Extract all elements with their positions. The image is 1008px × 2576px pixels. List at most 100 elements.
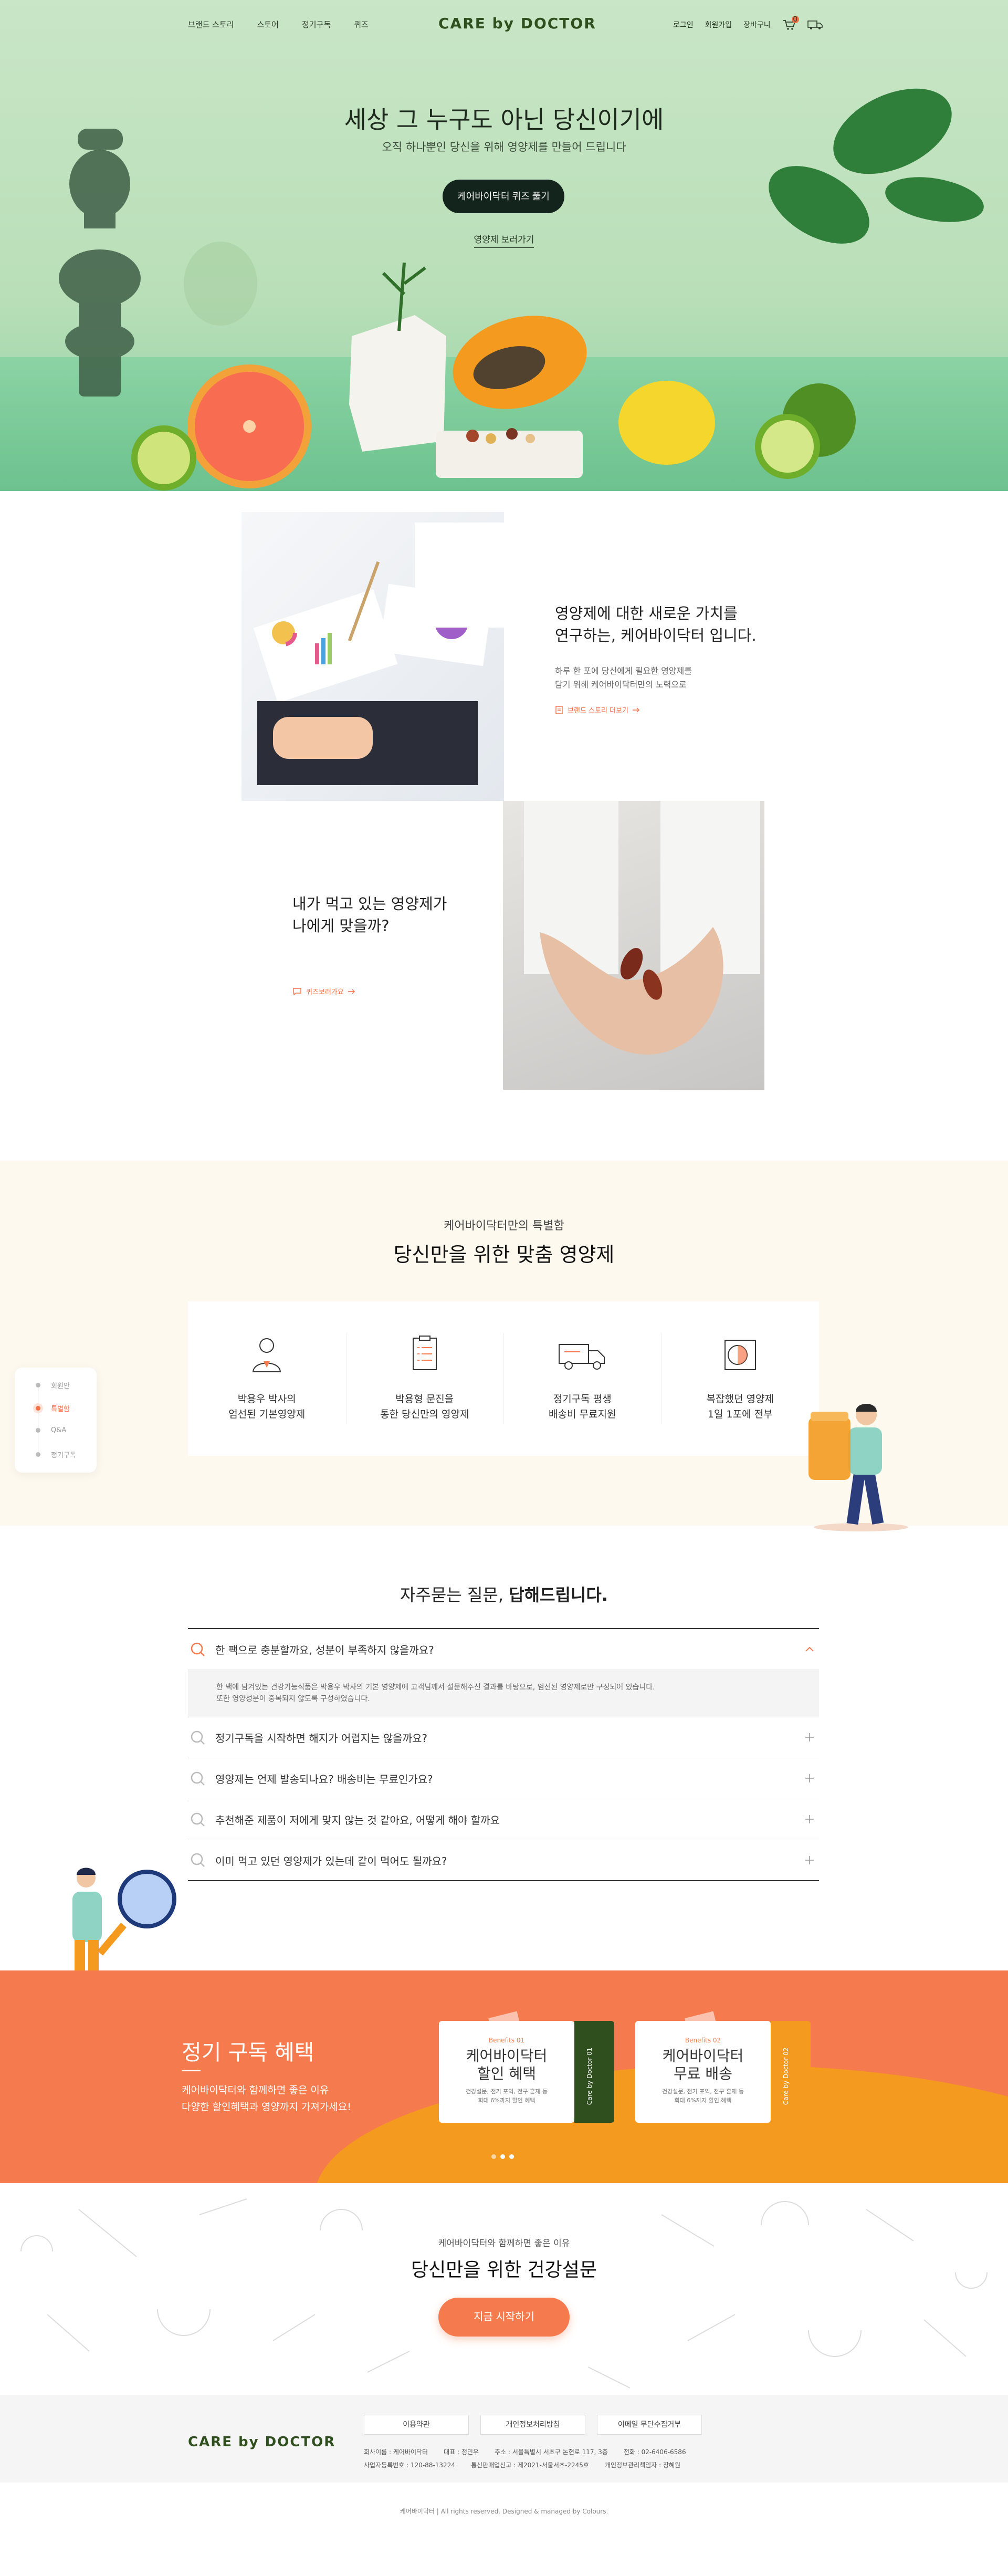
feature-line-2: 1일 1포에 전부 (707, 1409, 773, 1421)
company-info: 회사이름 : 케어바이닥터 대표 : 정민우 주소 : 서울특별시 서초구 논현… (364, 2446, 686, 2472)
sidenav-item[interactable]: 회원안 (36, 1380, 70, 1390)
chat-bubble-icon (293, 987, 301, 995)
coupon-desc-2: 회대 6%까지 할인 혜택 (674, 2097, 732, 2104)
faq-question[interactable]: 이미 먹고 있던 영양제가 있는데 같이 먹어도 될까요? (188, 1840, 819, 1881)
coupon-title-2: 무료 배송 (674, 2064, 732, 2082)
plus-icon[interactable] (803, 1731, 816, 1744)
arrow-right-icon (632, 707, 639, 713)
q-icon (191, 1642, 205, 1656)
sidenav-item-active[interactable]: 특별함 (36, 1403, 70, 1413)
quiz-intro-title-1: 내가 먹고 있는 영양제가 (292, 895, 447, 913)
feature-line-1: 복잡했던 영양제 (706, 1393, 774, 1405)
coupon-title-2: 할인 혜택 (477, 2064, 536, 2082)
subscription-section: 정기 구독 혜택 케어바이닥터와 함께하면 좋은 이유 다양한 할인혜택과 영양까… (0, 1970, 1008, 2183)
pill-pack-icon (724, 1340, 756, 1370)
info-mail-order-number: 통신판매업신고 : 제2021-서울서초-2245호 (470, 2462, 589, 2469)
nav-signup[interactable]: 회원가입 (705, 19, 732, 30)
feature-line-2: 통한 당신만의 영양제 (380, 1409, 469, 1421)
benefit-coupon-card[interactable]: Benefits 01 케어바이닥터 할인 혜택 건강설문, 전기 포익, 전구 … (439, 2011, 614, 2123)
terms-link[interactable]: 이용약관 (364, 2415, 469, 2435)
subscription-desc-2: 다양한 할인혜택과 영양까지 가져가세요! (182, 2101, 351, 2113)
faq-list: 한 팩으로 충분할까요, 성분이 부족하지 않을까요? 한 팩에 담겨있는 건강… (188, 1628, 819, 1881)
feature-line-1: 정기구독 평생 (553, 1393, 612, 1405)
research-chart-image (242, 512, 504, 801)
cart-icon[interactable]: 0 (782, 16, 799, 30)
delivery-truck-icon[interactable] (807, 19, 823, 30)
hero-subtitle: 오직 하나뿐인 당신을 위해 영양제를 만들어 드립니다 (382, 141, 626, 153)
survey-small-title: 케어바이닥터와 함께하면 좋은 이유 (438, 2238, 570, 2249)
nav-subscription[interactable]: 정기구독 (302, 19, 331, 30)
doctor-icon (253, 1338, 281, 1372)
carousel-dot[interactable] (491, 2154, 496, 2159)
sidenav-item[interactable]: 정기구독 (36, 1449, 76, 1459)
chevron-up-icon[interactable] (803, 1643, 816, 1655)
document-icon (555, 706, 563, 714)
personal-section: 케어바이닥터만의 특별함 당신만을 위한 맞춤 영양제 박용우 박사의엄선된 기… (0, 1161, 1008, 1531)
view-supplements-link[interactable]: 영양제 보러가기 (474, 235, 534, 248)
brand-intro-text: 영양제에 대한 새로운 가치를 연구하는, 케어바이닥터 입니다. 하루 한 포에… (555, 602, 791, 715)
hero-title: 세상 그 누구도 아닌 당신이기에 (344, 106, 664, 134)
feature-card: 박용형 문진을 통한 당신만의 영양제 (345, 1301, 504, 1456)
coupon-title-1: 케어바이닥터 (662, 2047, 744, 2064)
benefit-coupon-card[interactable]: Benefits 02 케어바이닥터 무료 배송 건강설문, 전기 포익, 전구 … (635, 2011, 811, 2123)
personal-title: 당신만을 위한 맞춤 영양제 (393, 1243, 615, 1266)
hands-pills-image (503, 801, 764, 1090)
q-icon (191, 1853, 205, 1867)
nav-quiz[interactable]: 퀴즈 (354, 19, 369, 30)
plus-icon[interactable] (803, 1854, 816, 1866)
privacy-link[interactable]: 개인정보처리방침 (480, 2415, 585, 2435)
top-nav: 브랜드 스토리 스토어 정기구독 퀴즈 CARE by DOCTOR 로그인 회… (0, 0, 1008, 48)
carousel-dot-active[interactable] (500, 2154, 505, 2159)
coupon-title-1: 케어바이닥터 (466, 2047, 548, 2064)
plus-icon[interactable] (803, 1772, 816, 1785)
faq-question[interactable]: 영양제는 언제 발송되나요? 배송비는 무료인가요? (188, 1758, 819, 1799)
feature-line-1: 박용우 박사의 (237, 1393, 296, 1405)
feature-card: 박용우 박사의엄선된 기본영양제 (188, 1301, 346, 1456)
nav-store[interactable]: 스토어 (257, 19, 279, 30)
coupon-benefit-label: Benefits 01 (488, 2037, 525, 2044)
coupon-desc-1: 건강설문, 전기 포익, 전구 흔재 등 (465, 2088, 548, 2095)
brand-intro-title-2: 연구하는, 케어바이닥터 입니다. (555, 627, 757, 645)
feature-card: 복잡했던 영양제 1일 1포에 전부 (661, 1301, 820, 1456)
faq-question[interactable]: 한 팩으로 충분할까요, 성분이 부족하지 않을까요? (188, 1629, 819, 1670)
faq-question[interactable]: 정기구독을 시작하면 해지가 어렵지는 않을까요? (188, 1717, 819, 1758)
site-logo[interactable]: CARE by DOCTOR (438, 15, 596, 32)
cart-count-badge: 0 (791, 16, 799, 23)
quiz-button[interactable]: 케어바이닥터 퀴즈 풀기 (443, 180, 564, 213)
footer-logo[interactable]: CARE by DOCTOR (188, 2434, 335, 2450)
confetti-background (20, 2198, 988, 2389)
coupon-desc-2: 회대 6%까지 할인 혜택 (478, 2097, 536, 2104)
nav-info[interactable]: 장바구니 (743, 19, 771, 30)
brand-story-link[interactable]: 브랜드 스토리 더보기 (555, 705, 791, 715)
sidenav-item[interactable]: Q&A (36, 1426, 66, 1434)
info-business-number: 사업자등록번호 : 120-88-13224 (364, 2462, 455, 2469)
email-policy-link[interactable]: 이메일 무단수집거부 (597, 2415, 702, 2435)
info-ceo: 대표 : 정민우 (444, 2448, 479, 2456)
truck-icon (559, 1344, 605, 1370)
start-survey-button[interactable]: 지금 시작하기 (438, 2298, 570, 2337)
hero-section: 브랜드 스토리 스토어 정기구독 퀴즈 CARE by DOCTOR 로그인 회… (0, 0, 1008, 491)
copyright: 케어바이닥터 | All rights reserved. Designed &… (400, 2508, 608, 2515)
faq-question[interactable]: 추천해준 제품이 저에게 맞지 않는 것 같아요, 어떻게 해야 할까요 (188, 1799, 819, 1840)
survey-title: 당신만을 위한 건강설문 (411, 2259, 597, 2281)
brand-intro-title-1: 영양제에 대한 새로운 가치를 (555, 604, 738, 622)
feature-cards: 박용우 박사의엄선된 기본영양제 박용형 문진을 통한 당신만의 영양제 정기구독… (188, 1301, 819, 1456)
nav-login[interactable]: 로그인 (673, 19, 694, 30)
plus-icon[interactable] (803, 1813, 816, 1826)
nav-brand-story[interactable]: 브랜드 스토리 (188, 19, 234, 30)
personal-small-title: 케어바이닥터만의 특별함 (444, 1219, 564, 1233)
nav-left-menu: 브랜드 스토리 스토어 정기구독 퀴즈 (188, 19, 369, 30)
coupon-tab: Care by Doctor 01 (574, 2021, 614, 2123)
quiz-link[interactable]: 퀴즈보러가요 (292, 986, 492, 996)
quiz-intro-text: 내가 먹고 있는 영양제가 나에게 맞을까? 퀴즈보러가요 (292, 893, 492, 996)
info-address: 주소 : 서울특별시 서초구 논현로 117, 3층 (494, 2448, 608, 2456)
q-icon (191, 1730, 205, 1745)
q-icon (191, 1771, 205, 1786)
carousel-dot[interactable] (509, 2154, 514, 2159)
feature-line-2: 엄선된 기본영양제 (228, 1409, 306, 1421)
footer-links: 이용약관 개인정보처리방침 이메일 무단수집거부 (364, 2415, 702, 2435)
faq-answer: 한 팩에 담겨있는 건강기능식품은 박용우 박사의 기본 영양제에 고객님께서 … (188, 1670, 819, 1717)
feature-card: 정기구독 평생 배송비 무료지원 (503, 1301, 662, 1456)
brand-intro-desc-2: 담기 위해 케어바이닥터만의 노력으로 (555, 679, 687, 690)
man-with-pill-jar-illustration (808, 1404, 908, 1531)
